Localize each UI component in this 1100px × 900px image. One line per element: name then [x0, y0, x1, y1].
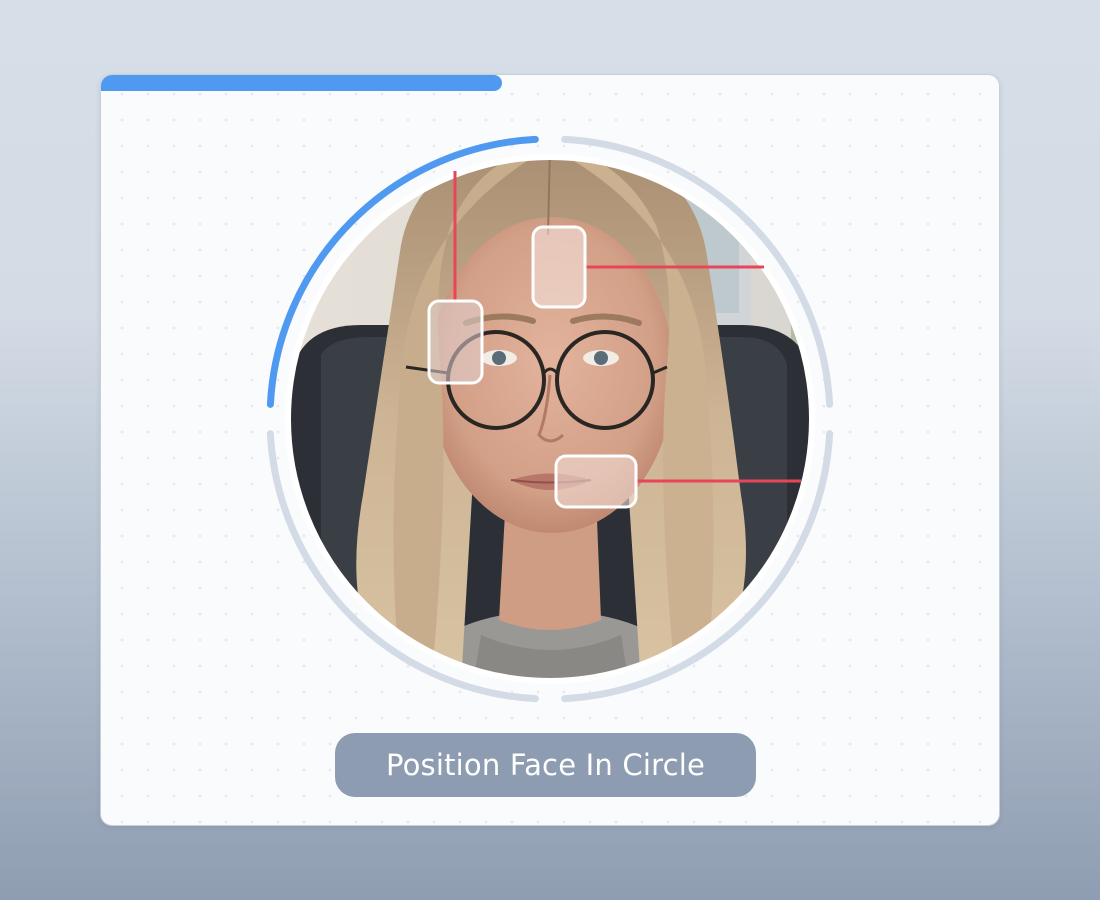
forehead-marker-box [531, 225, 587, 309]
cheek-marker-box [554, 454, 638, 509]
instruction-label: Position Face In Circle [385, 748, 706, 782]
eye-marker-box [427, 299, 484, 385]
face-scan-card: Position Face In Circle [100, 74, 1000, 826]
position-face-instruction: Position Face In Circle [335, 733, 756, 797]
camera-viewport [101, 75, 999, 825]
